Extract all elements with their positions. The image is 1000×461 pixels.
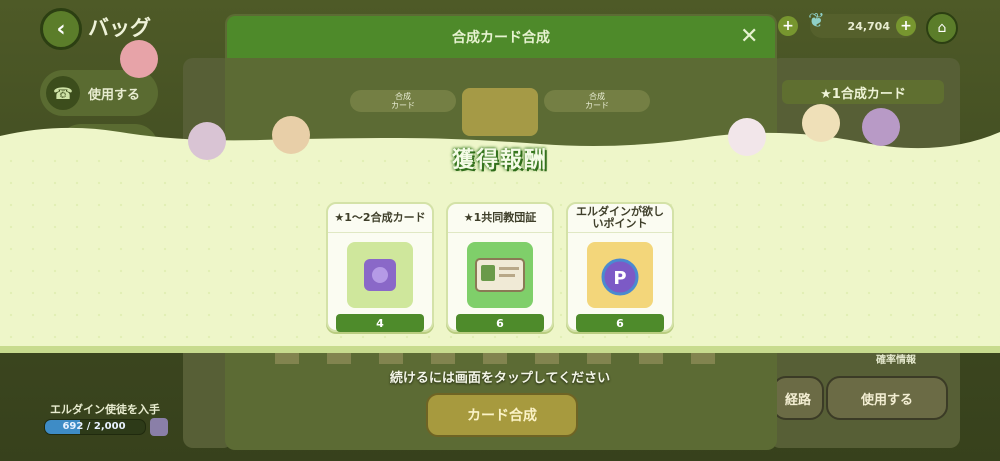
chevron-left-icon: ‹ — [56, 16, 66, 42]
reward-card[interactable]: ★1共同教団証 6 — [446, 202, 554, 332]
reward-card-name: ★1共同教団証 — [463, 211, 537, 224]
chibi-character — [120, 40, 158, 78]
chibi-character — [272, 116, 310, 154]
route-button[interactable]: 経路 — [772, 376, 824, 420]
home-icon: ⌂ — [937, 20, 947, 36]
chibi-character — [188, 122, 226, 160]
side-menu-label: 使用する — [88, 87, 141, 103]
id-card-icon — [467, 242, 533, 308]
chibi-character — [728, 118, 766, 156]
slot-label-left: 合成 カード — [350, 90, 456, 112]
reward-count: 6 — [456, 314, 544, 332]
currency-value: 24,704 — [847, 19, 890, 33]
home-button[interactable]: ⌂ — [926, 12, 958, 44]
modal-title: 合成カード合成 — [227, 16, 775, 58]
reward-count: 4 — [336, 314, 424, 332]
reward-card[interactable]: エルダインが欲しいポイント P 6 — [566, 202, 674, 332]
add-currency-button[interactable]: + — [778, 16, 798, 36]
reward-title: 獲得報酬 — [451, 148, 548, 173]
combine-card-button[interactable]: カード合成 — [426, 393, 578, 437]
p-point-medal-icon: P — [587, 242, 653, 308]
probability-info-link[interactable]: 確率情報 — [876, 351, 916, 366]
reward-card[interactable]: ★1～2合成カード 4 — [326, 202, 434, 332]
close-icon[interactable]: ✕ — [740, 24, 758, 49]
character-card-icon — [150, 418, 168, 436]
chibi-character — [862, 108, 900, 146]
svg-text:P: P — [613, 268, 626, 289]
exp-value: 692 / 2,000 — [62, 420, 126, 432]
right-panel-title: ★1合成カード — [782, 80, 944, 104]
bag-icon: ☎ — [46, 76, 80, 110]
leaf-gem-icon: ❦ — [808, 8, 825, 32]
card-slot-row — [275, 352, 715, 364]
page-title: バッグ — [88, 16, 151, 40]
banner-edge — [0, 346, 1000, 353]
add-gem-button[interactable]: + — [896, 16, 916, 36]
exp-label: エルダイン使徒を入手 — [50, 403, 160, 416]
purple-card-icon — [347, 242, 413, 308]
back-button[interactable]: ‹ — [40, 8, 82, 50]
chibi-character — [802, 104, 840, 142]
card-divider — [448, 232, 552, 233]
card-divider — [568, 232, 672, 233]
reward-card-name: ★1～2合成カード — [334, 211, 426, 224]
card-divider — [328, 232, 432, 233]
reward-card-name: エルダインが欲しいポイント — [576, 205, 664, 230]
tap-to-continue-hint[interactable]: 続けるには画面をタップしてください — [300, 367, 700, 386]
reward-count: 6 — [576, 314, 664, 332]
slot-label-right: 合成 カード — [544, 90, 650, 112]
use-button[interactable]: 使用する — [826, 376, 948, 420]
